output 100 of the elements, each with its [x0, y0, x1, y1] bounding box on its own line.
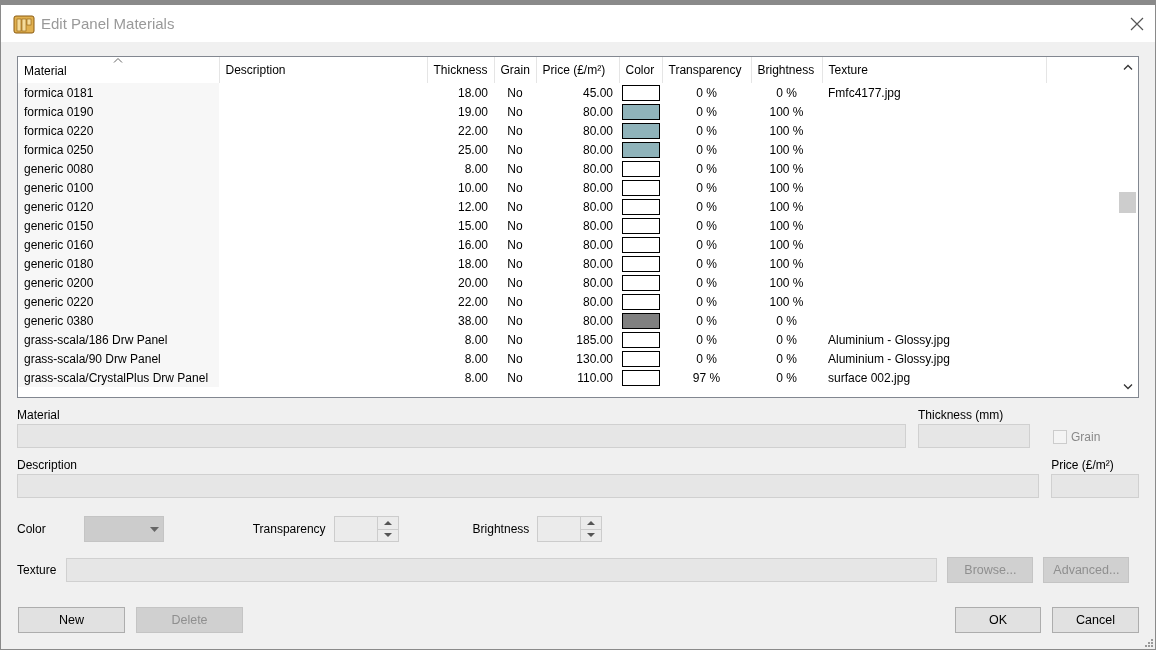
table-cell: formica 0190 [24, 104, 94, 119]
table-cell: generic 0160 [24, 237, 94, 252]
table-cell: 0 % [696, 275, 717, 290]
table-cell: Fmfc4177.jpg [828, 85, 901, 100]
table-cell: 100 % [769, 237, 804, 252]
table-cell: No [507, 104, 523, 119]
table-cell: 45.00 [582, 85, 613, 100]
table-cell: 20.00 [457, 275, 488, 290]
table-cell: Aluminium - Glossy.jpg [828, 332, 950, 347]
table-cell: 0 % [696, 123, 717, 138]
table-cell: 8.00 [464, 351, 488, 366]
table-cell: 80.00 [582, 104, 613, 119]
table-cell: 80.00 [582, 180, 613, 195]
table-cell: 100 % [769, 218, 804, 233]
column-header[interactable]: Transparency [662, 57, 751, 83]
table-cell: 18.00 [457, 85, 488, 100]
description-field[interactable] [17, 474, 1040, 498]
table-cell: No [507, 370, 523, 385]
table-cell: No [507, 294, 523, 309]
ok-button[interactable]: OK [955, 607, 1041, 633]
close-icon[interactable] [1129, 15, 1145, 32]
table-cell: 80.00 [582, 199, 613, 214]
column-header[interactable]: Grain [494, 57, 536, 83]
table-cell: No [507, 313, 523, 328]
table-cell: No [507, 218, 523, 233]
field-label: Brightness [472, 522, 530, 536]
field-label: Thickness (mm) [918, 408, 1005, 422]
table-cell: surface 002.jpg [828, 370, 911, 385]
table-cell: 80.00 [582, 313, 613, 328]
scroll-up-icon[interactable] [1122, 64, 1133, 70]
table-cell: generic 0200 [24, 275, 94, 290]
table-cell: 19.00 [457, 104, 488, 119]
cancel-button[interactable]: Cancel [1052, 607, 1139, 633]
table-cell: 130.00 [576, 351, 613, 366]
table-cell: 110.00 [577, 370, 613, 385]
color-dropdown[interactable] [83, 516, 164, 542]
column-header[interactable]: Price (£/m²) [536, 57, 619, 83]
table-cell: 0 % [696, 142, 717, 157]
column-header[interactable]: Brightness [751, 57, 822, 83]
table-cell: No [507, 161, 523, 176]
table-cell: generic 0380 [24, 313, 94, 328]
price-field[interactable] [1051, 474, 1139, 498]
table-cell: 8.00 [464, 332, 488, 347]
column-header[interactable]: Description [219, 57, 427, 83]
table-cell: 0 % [776, 85, 797, 100]
texture-field[interactable] [66, 558, 938, 582]
table-cell: generic 0150 [24, 218, 94, 233]
table-cell: 0 % [696, 85, 717, 100]
table-cell: 80.00 [582, 237, 613, 252]
table-cell: formica 0181 [24, 85, 94, 100]
column-header[interactable]: Color [619, 57, 662, 83]
field-label: Texture [17, 563, 57, 577]
table-cell: 0 % [696, 161, 717, 176]
table-cell: 22.00 [457, 123, 488, 138]
table-cell: 15.00 [457, 218, 488, 233]
table-cell: 0 % [696, 218, 717, 233]
table-cell: 8.00 [464, 161, 488, 176]
table-cell: grass-scala/90 Drw Panel [24, 351, 161, 366]
table-cell: No [507, 332, 523, 347]
window-title: Edit Panel Materials [41, 15, 176, 32]
table-cell: 97 % [692, 370, 721, 385]
table-cell: No [507, 142, 523, 157]
table-cell: 38.00 [457, 313, 488, 328]
table-cell: No [507, 85, 523, 100]
resize-grip-icon[interactable] [1145, 639, 1153, 647]
table-cell: Aluminium - Glossy.jpg [828, 351, 950, 366]
table-cell: 100 % [769, 161, 804, 176]
field-label: Transparency [252, 522, 326, 536]
table-cell: No [507, 256, 523, 271]
table-cell: 0 % [696, 294, 717, 309]
table-cell: generic 0100 [24, 180, 94, 195]
column-header[interactable]: Texture [822, 57, 1046, 83]
table-cell: 80.00 [582, 161, 613, 176]
table-cell: No [507, 199, 523, 214]
scroll-down-icon[interactable] [1122, 384, 1133, 390]
table-cell: 0 % [776, 351, 797, 366]
field-label: Color [17, 522, 46, 536]
table-cell: 100 % [769, 142, 804, 157]
new-button[interactable]: New [18, 607, 125, 633]
table-cell: 0 % [776, 313, 797, 328]
table-cell: 0 % [776, 370, 797, 385]
table-cell: 0 % [696, 332, 717, 347]
table-cell: 80.00 [582, 294, 613, 309]
table-cell: 0 % [696, 180, 717, 195]
table-cell: generic 0080 [24, 161, 94, 176]
table-cell: grass-scala/186 Drw Panel [24, 332, 168, 347]
material-field[interactable] [17, 424, 906, 448]
table-cell: 100 % [769, 104, 804, 119]
scrollbar-thumb[interactable] [1119, 192, 1136, 213]
table-cell: No [507, 275, 523, 290]
column-header[interactable]: Thickness [427, 57, 494, 83]
table-cell: 100 % [769, 294, 804, 309]
table-cell: 80.00 [582, 142, 613, 157]
table-cell: 25.00 [457, 142, 488, 157]
caret-icon[interactable] [149, 527, 159, 532]
field-label: Description [17, 458, 79, 472]
table-cell: 80.00 [582, 123, 613, 138]
table-cell: 80.00 [582, 218, 613, 233]
table-cell: 0 % [696, 199, 717, 214]
thickness-field[interactable] [918, 424, 1030, 448]
